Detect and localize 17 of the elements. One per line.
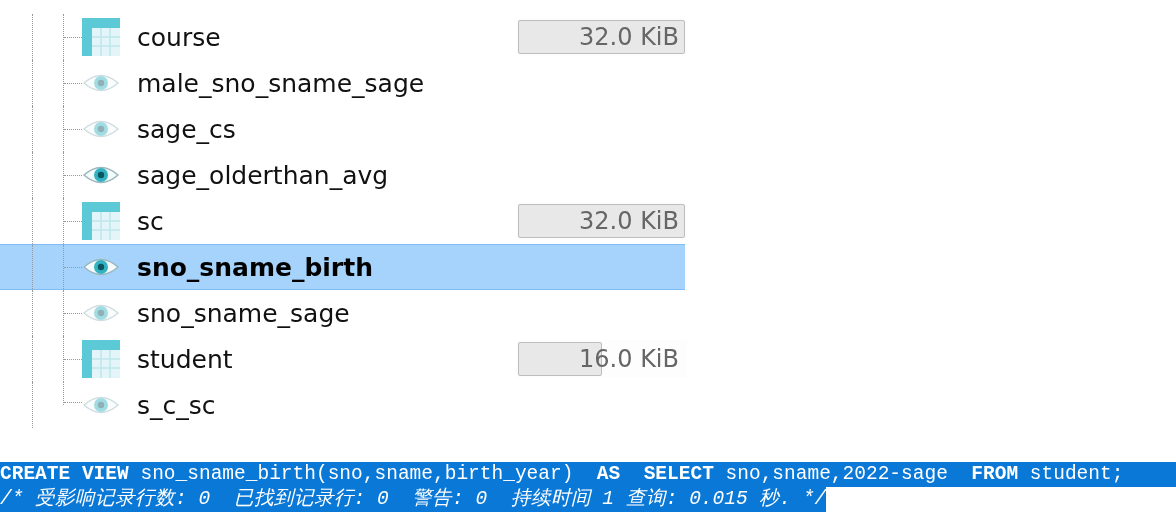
tree-item[interactable]: sno_sname_sage [0,290,685,336]
tree-item[interactable]: male_sno_sname_sage [0,60,685,106]
table-icon [82,18,120,56]
tree-item[interactable]: sc 32.0 KiB [0,198,685,244]
table-icon [82,340,120,378]
size-label: 16.0 KiB [579,345,680,373]
tree-item[interactable]: course 32.0 KiB [0,14,685,60]
tree-item[interactable]: sage_olderthan_avg [0,152,685,198]
size-label: 32.0 KiB [579,207,680,235]
tree-item[interactable]: student 16.0 KiB [0,336,685,382]
size-label: 32.0 KiB [579,23,680,51]
table-icon [82,202,120,240]
tree-item[interactable]: sno_sname_birth [0,244,685,290]
sql-statement: CREATE VIEW sno_sname_birth(sno,sname,birth_year) AS SELECT sno,sname,2022-sage FROM student; [0,462,1176,487]
tree-item[interactable]: s_c_sc [0,382,685,428]
tree-item[interactable]: sage_cs [0,106,685,152]
sql-comment: /* 受影响记录行数: 0 已找到记录行: 0 警告: 0 持续时间 1 查询: 0.015 秒. */ [0,487,827,512]
